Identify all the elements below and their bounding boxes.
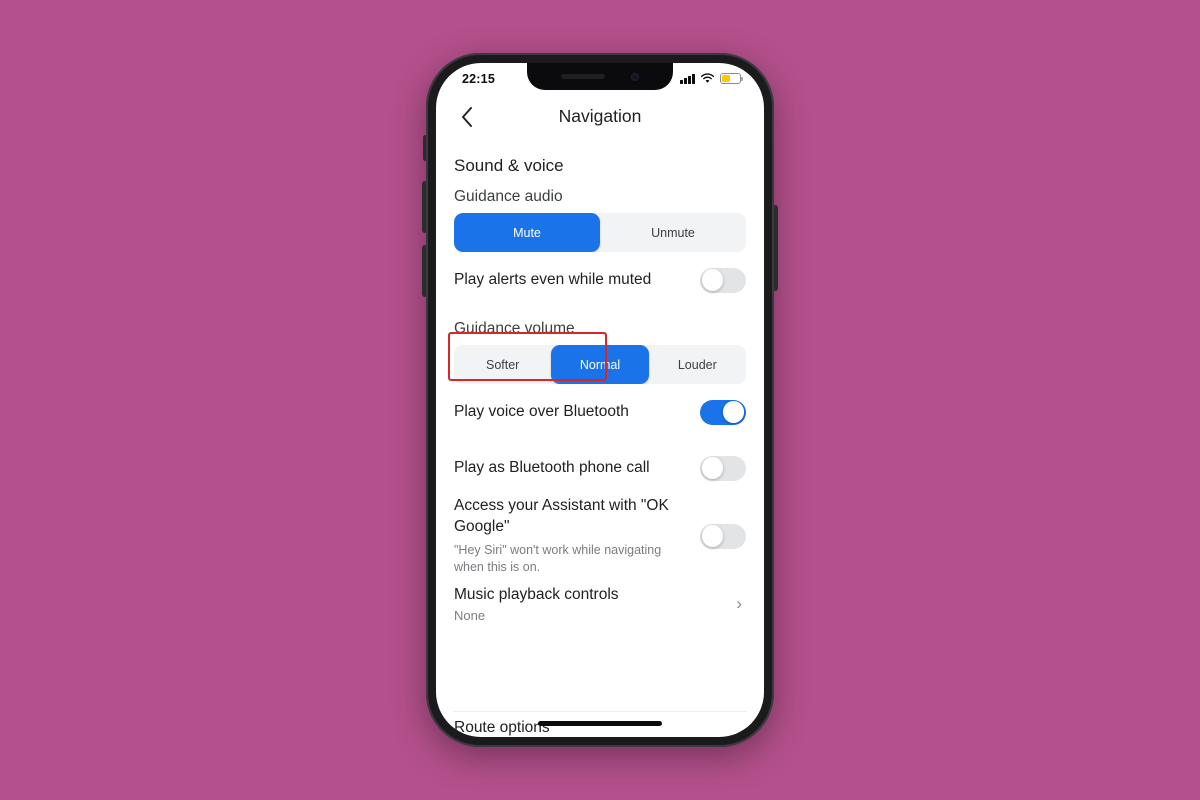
play-alerts-toggle[interactable] — [700, 267, 746, 293]
play-alerts-label: Play alerts even while muted — [454, 270, 652, 288]
guidance-volume-option-louder[interactable]: Louder — [649, 345, 746, 384]
power-hardware-button[interactable] — [772, 205, 778, 291]
assistant-subtitle: "Hey Siri" won't work while navigating w… — [454, 542, 662, 575]
assistant-toggle[interactable] — [700, 523, 746, 549]
guidance-volume-segmented-control[interactable]: Softer Normal Louder — [454, 345, 746, 384]
music-playback-value: None — [454, 608, 486, 624]
section-title-sound-voice: Sound & voice — [454, 156, 564, 175]
guidance-volume-option-normal[interactable]: Normal — [551, 345, 649, 384]
guidance-volume-label: Guidance volume — [454, 320, 575, 337]
status-bar-time: 22:15 — [462, 71, 495, 86]
guidance-volume-option-softer[interactable]: Softer — [454, 345, 551, 384]
row-play-voice-over-bluetooth[interactable]: Play voice over Bluetooth — [454, 384, 746, 440]
page-title: Navigation — [558, 106, 642, 126]
row-play-as-bluetooth-phone-call[interactable]: Play as Bluetooth phone call — [454, 440, 746, 496]
guidance-audio-option-mute[interactable]: Mute — [454, 213, 600, 252]
chevron-right-icon: › — [736, 594, 742, 614]
play-bluetooth-call-toggle[interactable] — [700, 455, 746, 481]
row-music-playback-controls[interactable]: Music playback controls None › — [454, 576, 746, 632]
signal-bars-icon — [680, 73, 695, 84]
chevron-left-icon — [462, 106, 472, 127]
assistant-label: Access your Assistant with "OK Google" — [454, 497, 669, 535]
status-bar-indicators — [680, 73, 744, 84]
row-access-assistant-ok-google[interactable]: Access your Assistant with "OK Google" "… — [454, 496, 746, 576]
guidance-audio-segmented-control[interactable]: Mute Unmute — [454, 213, 746, 252]
play-bluetooth-call-label: Play as Bluetooth phone call — [454, 458, 650, 476]
play-voice-bluetooth-label: Play voice over Bluetooth — [454, 402, 629, 420]
navigation-bar: Navigation — [436, 94, 764, 139]
home-indicator[interactable] — [538, 721, 662, 726]
settings-content[interactable]: Sound & voice Guidance audio Mute Unmute… — [436, 139, 764, 737]
play-voice-bluetooth-toggle[interactable] — [700, 399, 746, 425]
mute-switch-hardware-button[interactable] — [423, 135, 428, 161]
guidance-audio-label: Guidance audio — [454, 188, 563, 205]
status-bar: 22:15 — [436, 63, 764, 94]
volume-down-hardware-button[interactable] — [422, 245, 428, 297]
back-button[interactable] — [454, 104, 480, 130]
phone-frame: 22:15 Navigation Sound & voice Guidance … — [422, 53, 778, 747]
music-playback-label: Music playback controls — [454, 586, 619, 604]
wifi-icon — [700, 73, 715, 83]
row-play-alerts-even-while-muted[interactable]: Play alerts even while muted — [454, 252, 746, 308]
phone-screen: 22:15 Navigation Sound & voice Guidance … — [436, 63, 764, 737]
volume-up-hardware-button[interactable] — [422, 181, 428, 233]
guidance-audio-option-unmute[interactable]: Unmute — [600, 213, 746, 252]
battery-icon — [720, 73, 744, 84]
battery-level — [722, 75, 730, 82]
